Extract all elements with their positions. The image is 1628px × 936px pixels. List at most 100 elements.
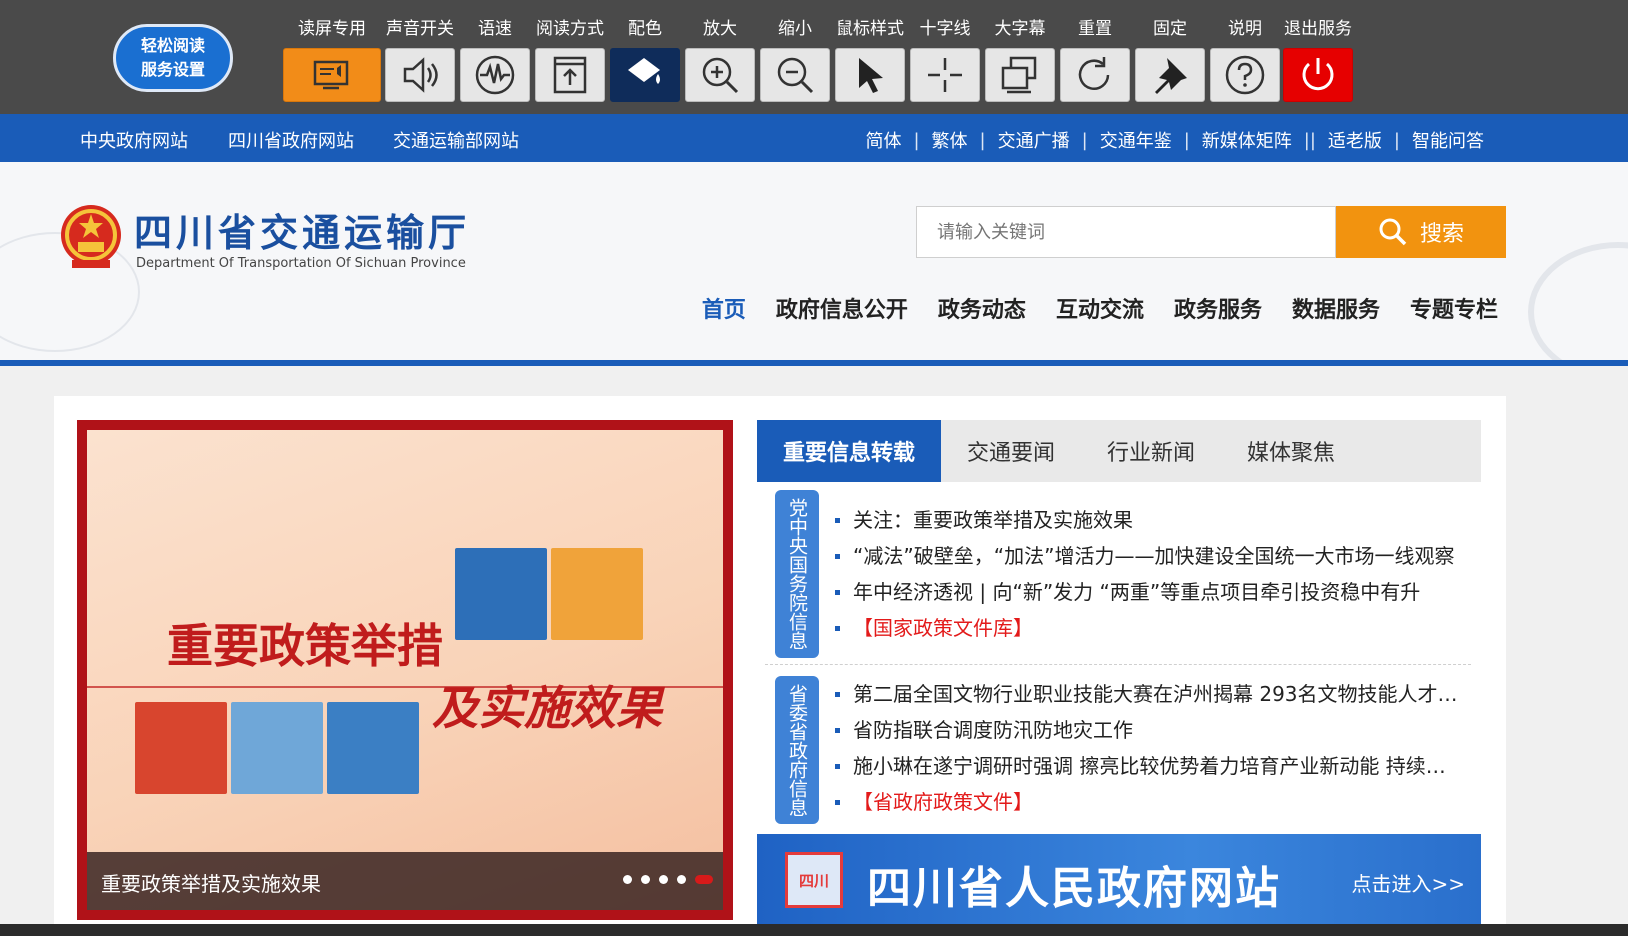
nav-gov-info[interactable]: 政府信息公开 <box>776 292 908 324</box>
gov-banner-enter-link[interactable]: 点击进入>> <box>1351 868 1465 897</box>
link-mot[interactable]: 交通运输部网站 <box>393 127 519 153</box>
carousel-dot[interactable] <box>677 875 686 884</box>
link-yearbook[interactable]: 交通年鉴 <box>1088 127 1184 153</box>
screen-reader-button[interactable] <box>283 48 381 102</box>
separator: | <box>1081 129 1088 151</box>
tool-zoom-in: 放大 <box>685 0 755 114</box>
main-nav: 首页 政府信息公开 政务动态 互动交流 政务服务 数据服务 专题专栏 <box>702 292 1498 324</box>
help-button[interactable] <box>1210 48 1280 102</box>
search-button[interactable]: 搜索 <box>1336 206 1506 258</box>
tab-media-focus[interactable]: 媒体聚焦 <box>1221 420 1361 482</box>
accessibility-toolbar: 轻松阅读 服务设置 读屏专用 声音开关 语速 阅读方式 配色 放大 缩小 鼠标样… <box>0 0 1628 114</box>
illustration-market-tile <box>231 702 323 794</box>
news-list-provincial: 第二届全国文物行业职业技能大赛在泸州揭幕 293名文物技能人才同台竞技 省防指联… <box>835 676 1461 820</box>
link-sichuan-gov[interactable]: 四川省政府网站 <box>228 127 354 153</box>
accessibility-settings-button[interactable]: 轻松阅读 服务设置 <box>113 24 233 92</box>
paint-bucket-icon <box>628 58 660 84</box>
brand-line2: 服务设置 <box>140 60 205 79</box>
link-new-media[interactable]: 新媒体矩阵 <box>1190 127 1304 153</box>
speaker-icon <box>403 57 438 93</box>
sichuan-gov-website-banner[interactable]: 四川 四川省人民政府网站 点击进入>> <box>757 834 1481 924</box>
tool-large-caption: 大字幕 <box>985 0 1055 114</box>
speech-speed-button[interactable] <box>460 48 530 102</box>
link-central-gov[interactable]: 中央政府网站 <box>80 127 188 153</box>
link-traditional[interactable]: 繁体 <box>920 127 980 153</box>
tool-zoom-out: 缩小 <box>760 0 830 114</box>
crosshair-button[interactable] <box>910 48 980 102</box>
exit-service-button[interactable] <box>1283 48 1353 102</box>
banner-title-line2: 及实施效果 <box>432 681 662 735</box>
nav-interaction[interactable]: 互动交流 <box>1056 292 1144 324</box>
search-input[interactable] <box>916 206 1336 258</box>
cursor-style-button[interactable] <box>835 48 905 102</box>
power-icon <box>1302 58 1334 91</box>
screen-reader-icon <box>313 60 349 90</box>
banner-carousel[interactable]: 重要政策举措 及实施效果 重要政策举措及实施效果 <box>77 420 733 920</box>
nav-special-topics[interactable]: 专题专栏 <box>1410 292 1498 324</box>
nav-home[interactable]: 首页 <box>702 292 746 324</box>
site-header: 四川省交通运输厅 Department Of Transportation Of… <box>0 162 1628 366</box>
news-item[interactable]: 年中经济透视 | 向“新”发力 “两重”等重点项目牵引投资稳中有升 <box>835 574 1461 610</box>
cursor-icon <box>859 58 883 93</box>
speed-wave-icon <box>475 55 515 95</box>
news-tabs: 重要信息转载 交通要闻 行业新闻 媒体聚焦 <box>757 420 1481 482</box>
sichuan-seal-logo: 四川 <box>785 852 843 908</box>
pin-button[interactable] <box>1135 48 1205 102</box>
link-elderly-version[interactable]: 适老版 <box>1316 127 1394 153</box>
carousel-dot[interactable] <box>659 875 668 884</box>
tool-color: 配色 <box>610 0 680 114</box>
brand-line1: 轻松阅读 <box>140 36 205 55</box>
news-item-provincial-policy[interactable]: 【省政府政策文件】 <box>835 784 1461 820</box>
reset-button[interactable] <box>1060 48 1130 102</box>
zoom-out-button[interactable] <box>760 48 830 102</box>
utility-links: 简体 | 繁体 | 交通广播 | 交通年鉴 | 新媒体矩阵 || 适老版 | 智能问答 <box>853 127 1496 153</box>
tab-traffic-news[interactable]: 交通要闻 <box>941 420 1081 482</box>
link-simplified[interactable]: 简体 <box>853 127 913 153</box>
news-item[interactable]: 第二届全国文物行业职业技能大赛在泸州揭幕 293名文物技能人才同台竞技 <box>835 676 1461 712</box>
zoom-in-button[interactable] <box>685 48 755 102</box>
news-item[interactable]: 关注：重要政策举措及实施效果 <box>835 502 1461 538</box>
tool-pin: 固定 <box>1135 0 1205 114</box>
group-label-provincial: 省委省政府信息 <box>775 676 819 824</box>
color-scheme-button[interactable] <box>610 48 680 102</box>
separator: | <box>1393 129 1400 151</box>
news-list-central: 关注：重要政策举措及实施效果 “减法”破壁垒，“加法”增活力——加快建设全国统一… <box>835 502 1461 646</box>
nav-gov-news[interactable]: 政务动态 <box>938 292 1026 324</box>
link-traffic-radio[interactable]: 交通广播 <box>986 127 1082 153</box>
site-subtitle: Department Of Transportation Of Sichuan … <box>136 256 466 271</box>
news-item-policy-library[interactable]: 【国家政策文件库】 <box>835 610 1461 646</box>
carousel-dot[interactable] <box>641 875 650 884</box>
separator: | <box>913 129 920 151</box>
large-caption-button[interactable] <box>985 48 1055 102</box>
tool-exit: 退出服务 <box>1283 0 1353 114</box>
carousel-dot-active[interactable] <box>695 875 713 884</box>
os-taskbar <box>0 924 1628 936</box>
banner-caption: 重要政策举措及实施效果 <box>87 852 723 910</box>
zoom-in-icon <box>702 57 739 94</box>
site-title: 四川省交通运输厅 <box>134 211 471 255</box>
illustration-industry-tile <box>327 702 419 794</box>
tool-crosshair: 十字线 <box>910 0 980 114</box>
tool-reset: 重置 <box>1060 0 1130 114</box>
national-emblem-icon <box>61 205 121 268</box>
illustration-finance-tile <box>135 702 227 794</box>
search-button-label: 搜索 <box>1419 222 1464 247</box>
news-item[interactable]: 省防指联合调度防汛防地灾工作 <box>835 712 1461 748</box>
reading-mode-button[interactable] <box>535 48 605 102</box>
separator: | <box>1183 129 1190 151</box>
banner-caption-text: 重要政策举措及实施效果 <box>101 872 321 896</box>
banner-title-line1: 重要政策举措 <box>167 619 443 673</box>
tool-help: 说明 <box>1210 0 1280 114</box>
news-group-provincial: 省委省政府信息 第二届全国文物行业职业技能大赛在泸州揭幕 293名文物技能人才同… <box>775 676 1475 824</box>
large-caption-icon <box>1001 56 1037 94</box>
news-item[interactable]: 施小琳在遂宁调研时强调 擦亮比较优势着力培育产业新动能 持续推动高质量发展 <box>835 748 1461 784</box>
link-smart-qa[interactable]: 智能问答 <box>1400 127 1496 153</box>
tab-industry-news[interactable]: 行业新闻 <box>1081 420 1221 482</box>
nav-gov-services[interactable]: 政务服务 <box>1174 292 1262 324</box>
nav-data-services[interactable]: 数据服务 <box>1292 292 1380 324</box>
news-item[interactable]: “减法”破壁垒，“加法”增活力——加快建设全国统一大市场一线观察 <box>835 538 1461 574</box>
carousel-dot[interactable] <box>623 875 632 884</box>
separator: | <box>979 129 986 151</box>
tab-important-info[interactable]: 重要信息转载 <box>757 420 942 482</box>
sound-toggle-button[interactable] <box>385 48 455 102</box>
